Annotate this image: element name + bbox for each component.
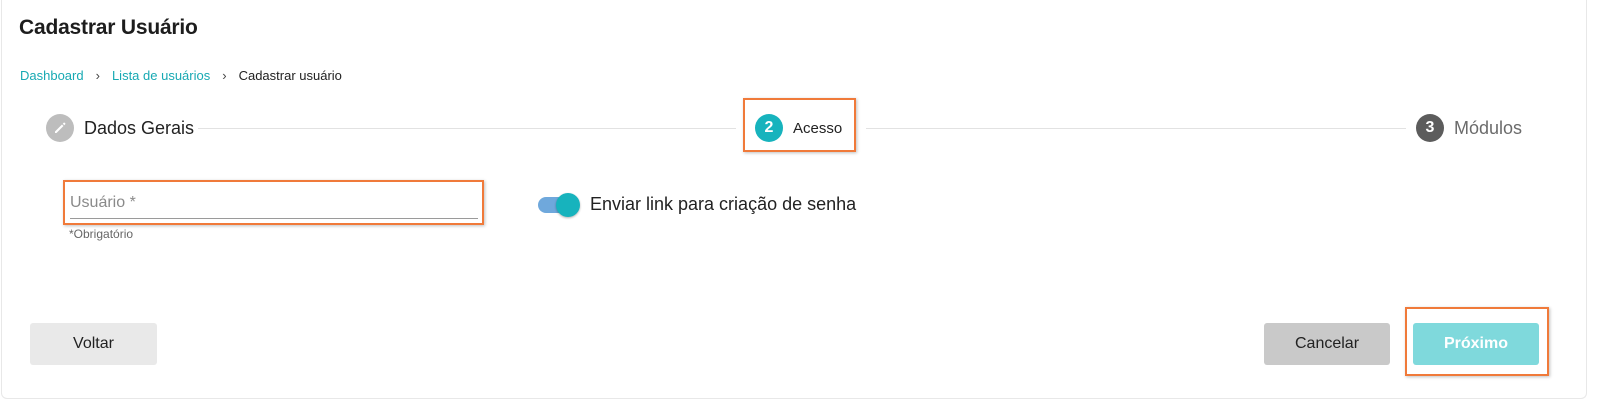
step-number: 3: [1416, 114, 1444, 142]
stepper-connector: [198, 128, 736, 129]
step-modulos[interactable]: 3 Módulos: [1416, 114, 1522, 142]
required-note: *Obrigatório: [69, 227, 134, 241]
cancel-button[interactable]: Cancelar: [1264, 323, 1390, 365]
breadcrumb: Dashboard › Lista de usuários › Cadastra…: [20, 68, 342, 83]
step-acesso[interactable]: 2 Acesso: [755, 114, 842, 142]
step-label: Módulos: [1454, 117, 1523, 138]
step-number: 2: [755, 114, 783, 142]
send-link-toggle[interactable]: [538, 193, 580, 217]
next-button[interactable]: Próximo: [1413, 323, 1539, 365]
pencil-icon: [46, 114, 74, 142]
page-title: Cadastrar Usuário: [19, 16, 198, 39]
stepper-connector: [866, 128, 1406, 129]
breadcrumb-current: Cadastrar usuário: [238, 68, 342, 83]
step-label: Acesso: [793, 119, 843, 137]
back-button[interactable]: Voltar: [30, 323, 157, 365]
step-label: Dados Gerais: [84, 117, 195, 138]
breadcrumb-separator: ›: [95, 68, 100, 83]
user-input[interactable]: [70, 187, 478, 219]
step-dados-gerais[interactable]: Dados Gerais: [46, 114, 194, 142]
breadcrumb-dashboard-link[interactable]: Dashboard: [20, 68, 84, 83]
breadcrumb-user-list-link[interactable]: Lista de usuários: [112, 68, 210, 83]
toggle-knob: [556, 193, 580, 217]
breadcrumb-separator: ›: [222, 68, 227, 83]
send-link-label: Enviar link para criação de senha: [590, 194, 857, 214]
user-field-container: [63, 180, 484, 225]
